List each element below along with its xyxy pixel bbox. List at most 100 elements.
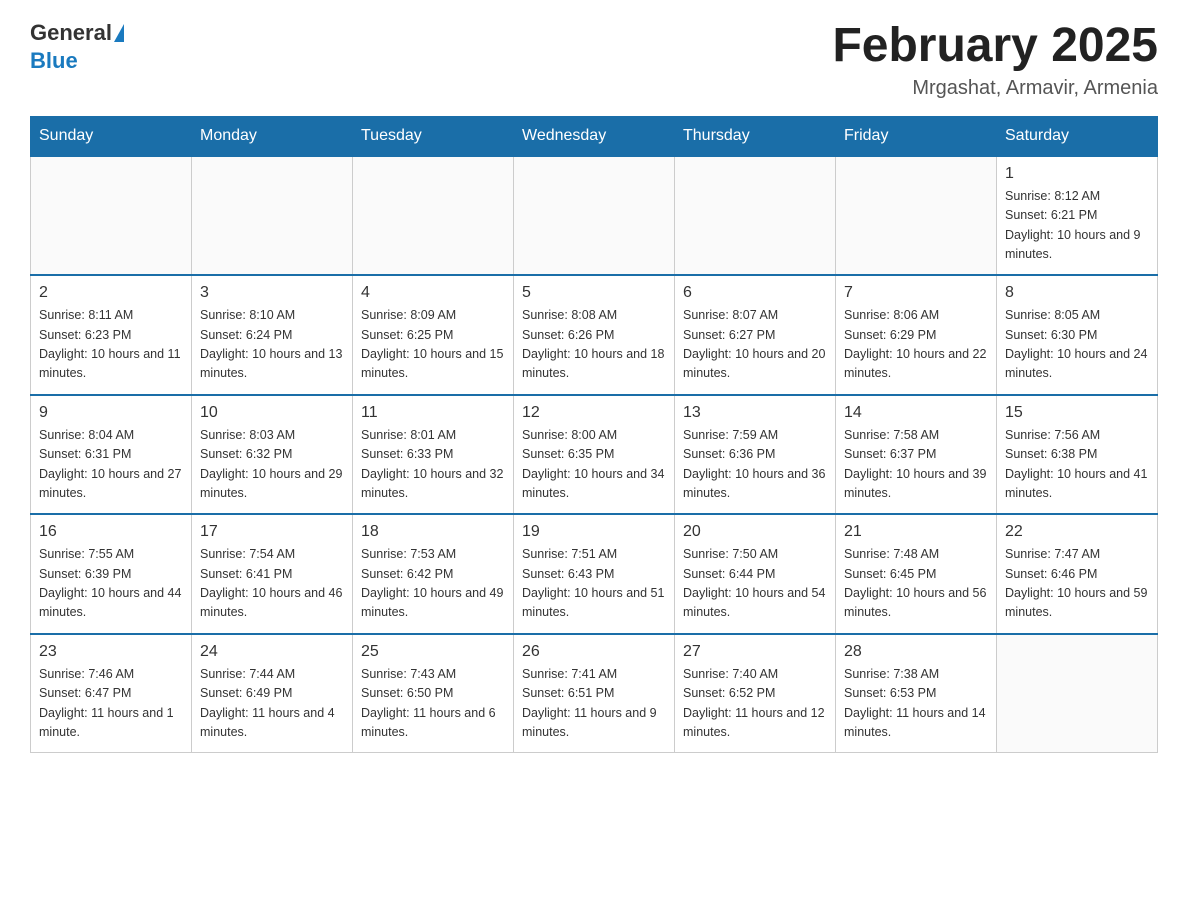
- day-number: 10: [200, 404, 344, 422]
- calendar-cell: 16Sunrise: 7:55 AM Sunset: 6:39 PM Dayli…: [31, 514, 192, 634]
- calendar-cell: 24 Sunrise: 7:44 AM Sunset: 6:49 PM Dayli…: [192, 634, 353, 753]
- day-number: 6: [683, 284, 827, 302]
- day-info: Sunrise: 8:12 AM Sunset: 6:21 PM Dayligh…: [1005, 187, 1149, 265]
- day-number: 27: [683, 643, 827, 661]
- calendar-cell: 10Sunrise: 8:03 AM Sunset: 6:32 PM Dayli…: [192, 395, 353, 515]
- calendar-body: 1 Sunrise: 8:12 AM Sunset: 6:21 PM Daylig…: [31, 156, 1158, 753]
- day-number: 19: [522, 523, 666, 541]
- day-number: 15: [1005, 404, 1149, 422]
- day-number: 8: [1005, 284, 1149, 302]
- calendar-cell: 23Sunrise: 7:46 AM Sunset: 6:47 PM Dayli…: [31, 634, 192, 753]
- day-info: Sunrise: 8:04 AM Sunset: 6:31 PM Dayligh…: [39, 426, 183, 504]
- day-info: Sunrise: 8:07 AM Sunset: 6:27 PM Dayligh…: [683, 306, 827, 384]
- day-number: 17: [200, 523, 344, 541]
- day-number: 18: [361, 523, 505, 541]
- day-number: 20: [683, 523, 827, 541]
- day-number: 12: [522, 404, 666, 422]
- weekday-row: SundayMondayTuesdayWednesdayThursdayFrid…: [31, 116, 1158, 156]
- day-info: Sunrise: 7:44 AM Sunset: 6:49 PM Dayligh…: [200, 665, 344, 743]
- calendar-cell: [31, 156, 192, 276]
- day-info: Sunrise: 7:50 AM Sunset: 6:44 PM Dayligh…: [683, 545, 827, 623]
- calendar-cell: [514, 156, 675, 276]
- calendar-cell: [997, 634, 1158, 753]
- calendar-week-row: 9 Sunrise: 8:04 AM Sunset: 6:31 PM Daylig…: [31, 395, 1158, 515]
- calendar-cell: 22 Sunrise: 7:47 AM Sunset: 6:46 PM Dayli…: [997, 514, 1158, 634]
- calendar-cell: 5 Sunrise: 8:08 AM Sunset: 6:26 PM Daylig…: [514, 275, 675, 395]
- day-info: Sunrise: 8:00 AM Sunset: 6:35 PM Dayligh…: [522, 426, 666, 504]
- day-info: Sunrise: 7:53 AM Sunset: 6:42 PM Dayligh…: [361, 545, 505, 623]
- day-number: 4: [361, 284, 505, 302]
- calendar-cell: 1 Sunrise: 8:12 AM Sunset: 6:21 PM Daylig…: [997, 156, 1158, 276]
- day-info: Sunrise: 7:43 AM Sunset: 6:50 PM Dayligh…: [361, 665, 505, 743]
- day-number: 14: [844, 404, 988, 422]
- calendar-cell: 14Sunrise: 7:58 AM Sunset: 6:37 PM Dayli…: [836, 395, 997, 515]
- weekday-header: Thursday: [675, 116, 836, 156]
- calendar-cell: 26Sunrise: 7:41 AM Sunset: 6:51 PM Dayli…: [514, 634, 675, 753]
- weekday-header: Sunday: [31, 116, 192, 156]
- calendar-cell: 21 Sunrise: 7:48 AM Sunset: 6:45 PM Dayli…: [836, 514, 997, 634]
- calendar-cell: 12 Sunrise: 8:00 AM Sunset: 6:35 PM Dayli…: [514, 395, 675, 515]
- day-info: Sunrise: 8:05 AM Sunset: 6:30 PM Dayligh…: [1005, 306, 1149, 384]
- day-number: 16: [39, 523, 183, 541]
- day-info: Sunrise: 7:56 AM Sunset: 6:38 PM Dayligh…: [1005, 426, 1149, 504]
- calendar-cell: [675, 156, 836, 276]
- day-info: Sunrise: 8:08 AM Sunset: 6:26 PM Dayligh…: [522, 306, 666, 384]
- calendar-cell: 11 Sunrise: 8:01 AM Sunset: 6:33 PM Dayli…: [353, 395, 514, 515]
- page-header: General Blue February 2025 Mrgashat, Arm…: [30, 20, 1158, 100]
- day-number: 9: [39, 404, 183, 422]
- day-info: Sunrise: 7:59 AM Sunset: 6:36 PM Dayligh…: [683, 426, 827, 504]
- calendar-cell: 28 Sunrise: 7:38 AM Sunset: 6:53 PM Dayli…: [836, 634, 997, 753]
- weekday-header: Wednesday: [514, 116, 675, 156]
- day-number: 25: [361, 643, 505, 661]
- day-number: 13: [683, 404, 827, 422]
- day-number: 5: [522, 284, 666, 302]
- day-number: 23: [39, 643, 183, 661]
- calendar-cell: 15 Sunrise: 7:56 AM Sunset: 6:38 PM Dayli…: [997, 395, 1158, 515]
- day-info: Sunrise: 7:48 AM Sunset: 6:45 PM Dayligh…: [844, 545, 988, 623]
- day-info: Sunrise: 7:40 AM Sunset: 6:52 PM Dayligh…: [683, 665, 827, 743]
- day-info: Sunrise: 7:47 AM Sunset: 6:46 PM Dayligh…: [1005, 545, 1149, 623]
- calendar-cell: 20 Sunrise: 7:50 AM Sunset: 6:44 PM Dayli…: [675, 514, 836, 634]
- day-info: Sunrise: 8:01 AM Sunset: 6:33 PM Dayligh…: [361, 426, 505, 504]
- calendar-cell: 2Sunrise: 8:11 AM Sunset: 6:23 PM Daylig…: [31, 275, 192, 395]
- calendar-cell: 6 Sunrise: 8:07 AM Sunset: 6:27 PM Daylig…: [675, 275, 836, 395]
- calendar-week-row: 16Sunrise: 7:55 AM Sunset: 6:39 PM Dayli…: [31, 514, 1158, 634]
- calendar-cell: 13 Sunrise: 7:59 AM Sunset: 6:36 PM Dayli…: [675, 395, 836, 515]
- calendar-cell: 9 Sunrise: 8:04 AM Sunset: 6:31 PM Daylig…: [31, 395, 192, 515]
- calendar-cell: 17Sunrise: 7:54 AM Sunset: 6:41 PM Dayli…: [192, 514, 353, 634]
- calendar-cell: 25 Sunrise: 7:43 AM Sunset: 6:50 PM Dayli…: [353, 634, 514, 753]
- day-number: 3: [200, 284, 344, 302]
- logo-blue-text: Blue: [30, 48, 78, 73]
- day-number: 1: [1005, 165, 1149, 183]
- calendar-week-row: 2Sunrise: 8:11 AM Sunset: 6:23 PM Daylig…: [31, 275, 1158, 395]
- calendar-cell: 3 Sunrise: 8:10 AM Sunset: 6:24 PM Daylig…: [192, 275, 353, 395]
- calendar-cell: 27 Sunrise: 7:40 AM Sunset: 6:52 PM Dayli…: [675, 634, 836, 753]
- weekday-header: Monday: [192, 116, 353, 156]
- logo-triangle-icon: [114, 24, 124, 42]
- weekday-header: Tuesday: [353, 116, 514, 156]
- logo-general-text: General: [30, 20, 112, 46]
- calendar-subtitle: Mrgashat, Armavir, Armenia: [832, 77, 1158, 100]
- calendar-week-row: 23Sunrise: 7:46 AM Sunset: 6:47 PM Dayli…: [31, 634, 1158, 753]
- calendar-cell: 7 Sunrise: 8:06 AM Sunset: 6:29 PM Daylig…: [836, 275, 997, 395]
- day-number: 11: [361, 404, 505, 422]
- logo: General Blue: [30, 20, 124, 74]
- calendar-cell: 4Sunrise: 8:09 AM Sunset: 6:25 PM Daylig…: [353, 275, 514, 395]
- day-number: 21: [844, 523, 988, 541]
- calendar-cell: 19 Sunrise: 7:51 AM Sunset: 6:43 PM Dayli…: [514, 514, 675, 634]
- day-info: Sunrise: 8:10 AM Sunset: 6:24 PM Dayligh…: [200, 306, 344, 384]
- calendar-header: SundayMondayTuesdayWednesdayThursdayFrid…: [31, 116, 1158, 156]
- day-info: Sunrise: 7:51 AM Sunset: 6:43 PM Dayligh…: [522, 545, 666, 623]
- day-info: Sunrise: 7:38 AM Sunset: 6:53 PM Dayligh…: [844, 665, 988, 743]
- day-info: Sunrise: 8:11 AM Sunset: 6:23 PM Dayligh…: [39, 306, 183, 384]
- day-number: 26: [522, 643, 666, 661]
- day-info: Sunrise: 8:06 AM Sunset: 6:29 PM Dayligh…: [844, 306, 988, 384]
- day-number: 24: [200, 643, 344, 661]
- weekday-header: Saturday: [997, 116, 1158, 156]
- day-number: 22: [1005, 523, 1149, 541]
- day-number: 7: [844, 284, 988, 302]
- calendar-cell: [836, 156, 997, 276]
- calendar-title: February 2025: [832, 20, 1158, 73]
- weekday-header: Friday: [836, 116, 997, 156]
- day-number: 28: [844, 643, 988, 661]
